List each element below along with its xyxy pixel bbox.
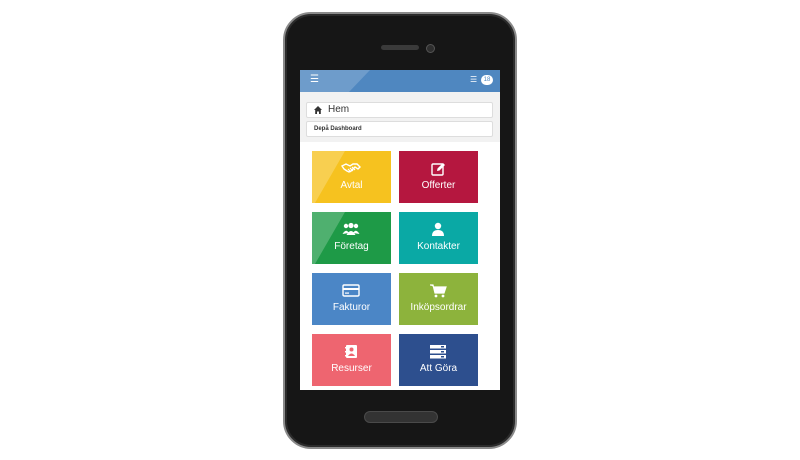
phone-screen: ☰ ☰ 18 Hem Depå Dashboard Avtal Offerter	[300, 70, 500, 390]
tile-att-gora[interactable]: Att Göra	[399, 334, 478, 386]
edit-icon	[431, 163, 445, 176]
tile-resurser[interactable]: Resurser	[312, 334, 391, 386]
dashboard-title: Depå Dashboard	[314, 126, 362, 132]
tile-label: Offerter	[421, 180, 456, 191]
list-icon[interactable]: ☰	[470, 75, 477, 85]
breadcrumb[interactable]: Hem	[306, 102, 493, 118]
tile-label: Resurser	[331, 363, 372, 374]
tile-label: Företag	[334, 241, 369, 252]
tile-label: Kontakter	[417, 241, 460, 252]
tile-offerter[interactable]: Offerter	[399, 151, 478, 203]
home-icon	[314, 106, 322, 114]
top-navbar: ☰ ☰ 18	[300, 70, 500, 92]
camera-icon	[426, 44, 435, 53]
menu-icon[interactable]: ☰	[310, 74, 319, 86]
users-icon	[342, 222, 360, 235]
tile-kontakter[interactable]: Kontakter	[399, 212, 478, 264]
handshake-icon	[341, 163, 361, 173]
tile-fakturor[interactable]: Fakturor	[312, 273, 391, 325]
speaker-grille	[381, 45, 419, 50]
tile-label: Fakturor	[332, 302, 371, 313]
home-button[interactable]	[364, 411, 438, 423]
server-list-icon	[430, 345, 446, 359]
cart-icon	[430, 284, 447, 298]
tile-label: Inköpsordrar	[410, 302, 467, 313]
credit-card-icon	[342, 284, 360, 297]
dashboard-header: Depå Dashboard	[306, 121, 493, 137]
contact-book-icon	[345, 345, 357, 358]
tile-inkopsordrar[interactable]: Inköpsordrar	[399, 273, 478, 325]
tile-avtal[interactable]: Avtal	[312, 151, 391, 203]
tile-label: Avtal	[340, 180, 363, 191]
breadcrumb-label: Hem	[328, 104, 350, 115]
user-icon	[432, 222, 444, 236]
notification-badge: 18	[481, 75, 493, 85]
dashboard-grid: Avtal Offerter Företag Kontakter Fakturo…	[300, 142, 500, 390]
tile-foretag[interactable]: Företag	[312, 212, 391, 264]
tile-label: Att Göra	[419, 363, 458, 374]
